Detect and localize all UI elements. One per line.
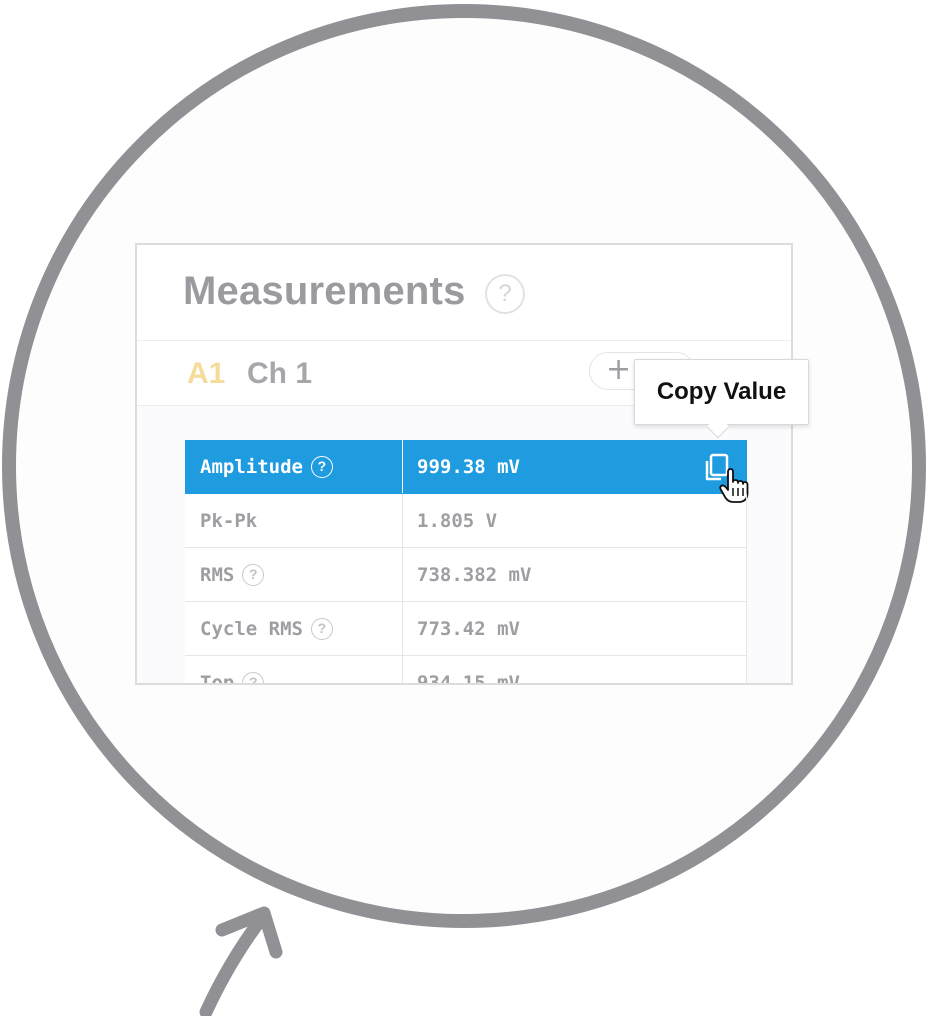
measurement-value-label: 1.805 V	[417, 509, 498, 532]
channel-name: Ch 1	[247, 357, 313, 390]
help-circle-icon[interactable]: ?	[242, 671, 265, 683]
measurement-name: Amplitude ?	[185, 440, 403, 493]
measurement-value: 1.805 V	[403, 494, 747, 547]
panel-header: Measurements ?	[137, 245, 791, 341]
measurement-name: Pk-Pk	[185, 494, 403, 547]
measurement-name-label: Cycle RMS	[200, 617, 303, 640]
measurement-value: 773.42 mV	[403, 602, 747, 655]
table-row[interactable]: Amplitude ? 999.38 mV	[185, 440, 749, 503]
help-circle-icon[interactable]: ?	[242, 563, 265, 586]
copy-value-tooltip: Copy Value	[634, 359, 809, 425]
measurement-value-label: 738.382 mV	[417, 563, 532, 586]
panel-title: Measurements	[183, 269, 466, 313]
table-row[interactable]: Pk-Pk 1.805 V	[185, 494, 747, 548]
help-circle-icon[interactable]: ?	[310, 617, 333, 640]
measurement-name-label: Top	[200, 671, 235, 685]
help-circle-icon[interactable]: ?	[310, 455, 333, 478]
measurements-table: Amplitude ? 999.38 mV Pk-Pk 1.805 V RMS …	[185, 440, 749, 685]
measurement-value-label: 934.15 mV	[417, 671, 520, 685]
measurement-value: 738.382 mV	[403, 548, 747, 601]
measurement-value: 934.15 mV	[403, 656, 747, 685]
measurement-name-label: RMS	[200, 563, 235, 586]
help-circle-icon[interactable]: ?	[485, 274, 525, 314]
measurements-panel: Measurements ? A1 Ch 1 + Amplitude ? 999…	[135, 243, 793, 685]
plus-icon: +	[606, 352, 632, 387]
measurement-name-label: Amplitude	[200, 455, 303, 478]
curved-arrow-icon	[199, 906, 283, 1016]
table-row[interactable]: Top ? 934.15 mV	[185, 656, 747, 685]
measurement-value-label: 999.38 mV	[417, 455, 520, 478]
measurement-value: 999.38 mV	[403, 440, 747, 493]
measurement-name-label: Pk-Pk	[200, 509, 258, 532]
channel-code: A1	[187, 357, 226, 390]
measurement-name: RMS ?	[185, 548, 403, 601]
measurement-value-label: 773.42 mV	[417, 617, 520, 640]
measurement-name: Cycle RMS ?	[185, 602, 403, 655]
table-row[interactable]: Cycle RMS ? 773.42 mV	[185, 602, 747, 656]
measurement-name: Top ?	[185, 656, 403, 685]
table-row[interactable]: RMS ? 738.382 mV	[185, 548, 747, 602]
